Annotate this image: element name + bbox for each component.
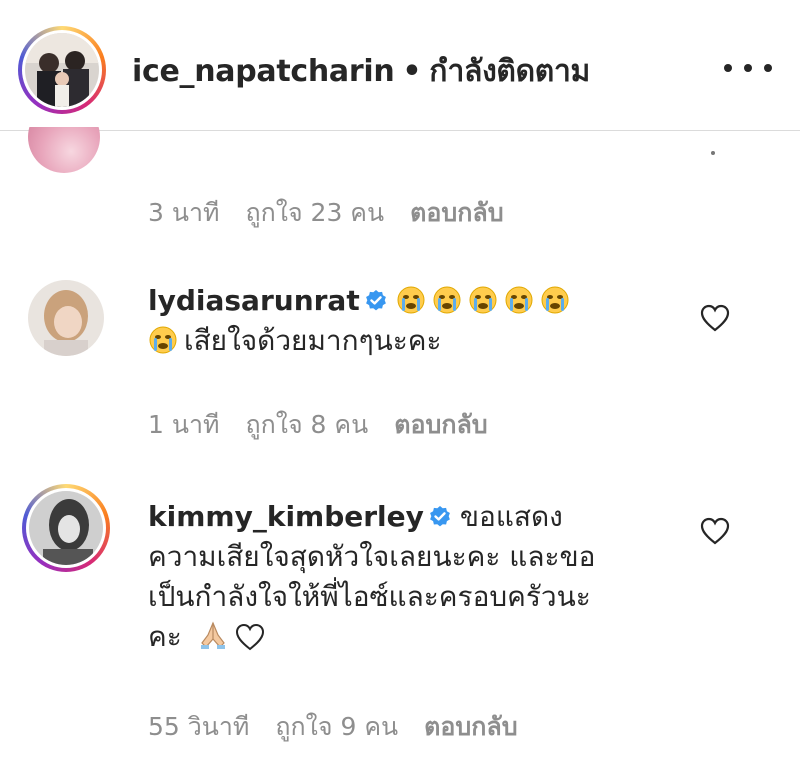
comment-line: ความเสียใจสุดหัวใจเลยนะคะ และขอ	[148, 540, 596, 573]
comment-line: kimmy_kimberley ขอแสดง	[148, 497, 688, 537]
comment-text: เสียใจด้วยมากๆนะคะ	[184, 324, 442, 357]
comment-line: เป็นกำลังใจให้พี่ไอซ์และครอบครัวนะ	[148, 580, 591, 613]
crying-face-emoji-icon	[149, 326, 177, 354]
comment-likes[interactable]: ถูกใจ 8 คน	[245, 410, 368, 439]
comment-meta: 55 วินาที ถูกใจ 9 คน ตอบกลับ	[148, 707, 544, 747]
separator-dot: •	[402, 54, 422, 89]
reply-button[interactable]: ตอบกลับ	[424, 712, 517, 741]
comment-username[interactable]: kimmy_kimberley	[148, 500, 424, 533]
reply-button[interactable]: ตอบกลับ	[410, 198, 503, 227]
header-username[interactable]: ice_napatcharin	[132, 54, 395, 89]
comment-avatar-lydiasarunrat[interactable]	[28, 280, 104, 356]
post-header: ice_napatcharin • กำลังติดตาม	[0, 0, 800, 131]
verified-badge-icon	[365, 290, 386, 311]
partial-indicator	[711, 151, 715, 155]
comment-avatar-kimmy-kimberley[interactable]	[22, 484, 110, 572]
crying-face-emoji-icon	[505, 286, 533, 314]
crying-face-emoji-icon	[433, 286, 461, 314]
comment-text: คะ	[148, 620, 182, 653]
crying-face-emoji-icon	[397, 286, 425, 314]
comment-meta: 3 นาที ถูกใจ 23 คน ตอบกลับ	[148, 193, 530, 233]
comment-line: lydiasarunrat	[148, 281, 668, 321]
comment-time: 55 วินาที	[148, 712, 250, 741]
comment-likes[interactable]: ถูกใจ 23 คน	[245, 198, 384, 227]
comment-line: คะ	[148, 617, 688, 657]
comment-text: ขอแสดง	[459, 500, 563, 533]
comment-time: 3 นาที	[148, 198, 220, 227]
white-heart-emoji-icon	[235, 623, 264, 651]
crying-face-emoji-icon	[541, 286, 569, 314]
comment-time: 1 นาที	[148, 410, 220, 439]
comment-meta: 1 นาที ถูกใจ 8 คน ตอบกลับ	[148, 405, 514, 445]
comment-line: เสียใจด้วยมากๆนะคะ	[148, 321, 668, 361]
comment-body: lydiasarunrat เสียใจด้วยมากๆนะคะ	[148, 281, 668, 361]
like-heart-icon[interactable]	[700, 304, 730, 332]
comment-likes[interactable]: ถูกใจ 9 คน	[275, 712, 398, 741]
crying-face-emoji-icon	[469, 286, 497, 314]
partial-comment-avatar[interactable]	[28, 127, 100, 185]
like-heart-icon[interactable]	[700, 517, 730, 545]
comment-username[interactable]: lydiasarunrat	[148, 284, 360, 317]
header-title: ice_napatcharin • กำลังติดตาม	[132, 48, 590, 95]
verified-badge-icon	[430, 506, 450, 527]
reply-button[interactable]: ตอบกลับ	[394, 410, 487, 439]
follow-status[interactable]: กำลังติดตาม	[429, 54, 590, 89]
profile-avatar[interactable]	[18, 26, 106, 114]
more-horizontal-icon[interactable]	[722, 62, 774, 76]
comment-body: kimmy_kimberley ขอแสดง ความเสียใจสุดหัวใจ…	[148, 497, 688, 657]
folded-hands-emoji-icon	[200, 621, 225, 649]
